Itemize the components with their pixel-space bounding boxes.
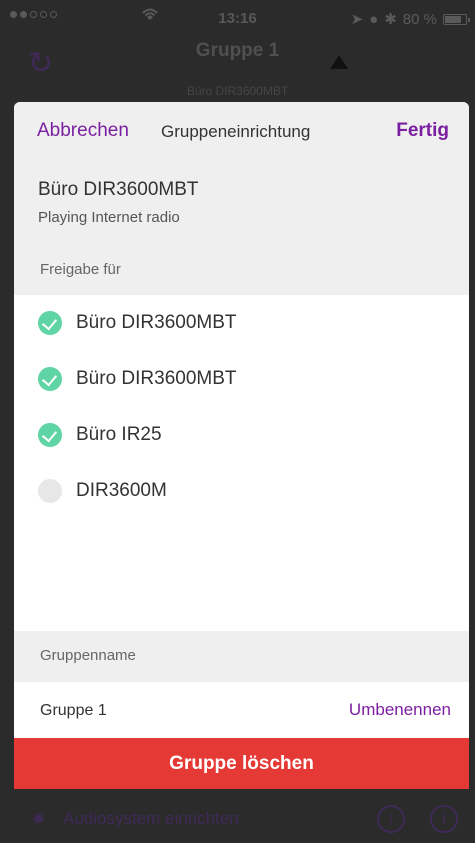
cancel-button[interactable]: Abbrechen [37, 120, 129, 142]
share-item-label: Büro DIR3600MBT [76, 312, 237, 333]
magic-wand-icon: ✷ [30, 809, 47, 831]
device-state: Playing Internet radio [38, 209, 180, 226]
checkmark-icon [38, 423, 62, 447]
triangle-up-icon [330, 55, 348, 69]
rename-button[interactable]: Umbenennen [349, 700, 451, 720]
battery-percent: 80 % [402, 10, 437, 28]
share-item-label: Büro DIR3600MBT [76, 368, 237, 389]
share-item-label: DIR3600M [76, 480, 167, 501]
share-item[interactable]: DIR3600M [14, 463, 469, 519]
checkmark-icon [38, 311, 62, 335]
info-icon[interactable]: i [430, 805, 458, 833]
share-item-label: Büro IR25 [76, 424, 162, 445]
nav-bar: Abbrechen Gruppeneinrichtung Fertig [14, 102, 469, 162]
battery-icon [443, 13, 470, 25]
bluetooth-icon: ✱ [384, 11, 397, 28]
share-item[interactable]: Büro DIR3600MBT [14, 351, 469, 407]
alarm-icon: ● [369, 10, 379, 28]
upload-icon[interactable]: ↑ [377, 805, 405, 833]
done-button[interactable]: Fertig [396, 120, 449, 142]
group-name-section-header: Gruppenname [14, 631, 469, 682]
audio-setup-link[interactable]: Audiosystem einrichten [63, 809, 239, 829]
nav-title: Gruppeneinrichtung [161, 122, 311, 141]
location-arrow-icon: ➤ [350, 11, 364, 28]
status-bar: 13:16 ➤ ● ✱ 80 % [0, 0, 475, 40]
share-item[interactable]: Büro DIR3600MBT [14, 295, 469, 351]
group-title: Gruppe 1 [195, 40, 280, 61]
group-subtitle: Büro DIR3600MBT [186, 84, 289, 98]
group-name-section-label: Gruppenname [40, 647, 136, 664]
share-list: Büro DIR3600MBT Büro DIR3600MBT Büro IR2… [14, 295, 469, 631]
share-section-header: Freigabe für [40, 261, 121, 278]
group-setup-sheet: Abbrechen Gruppeneinrichtung Fertig Büro… [14, 102, 469, 789]
share-item[interactable]: Büro IR25 [14, 407, 469, 463]
device-info: Büro DIR3600MBT Playing Internet radio F… [14, 162, 469, 295]
bottom-toolbar: ✷ Audiosystem einrichten ↑ i [0, 789, 475, 843]
group-name-row: Gruppe 1 Umbenennen [14, 682, 469, 738]
group-name-value: Gruppe 1 [40, 702, 107, 719]
device-name: Büro DIR3600MBT [38, 179, 199, 200]
unchecked-circle-icon [38, 479, 62, 503]
checkmark-icon [38, 367, 62, 391]
delete-group-button[interactable]: Gruppe löschen [14, 738, 469, 789]
